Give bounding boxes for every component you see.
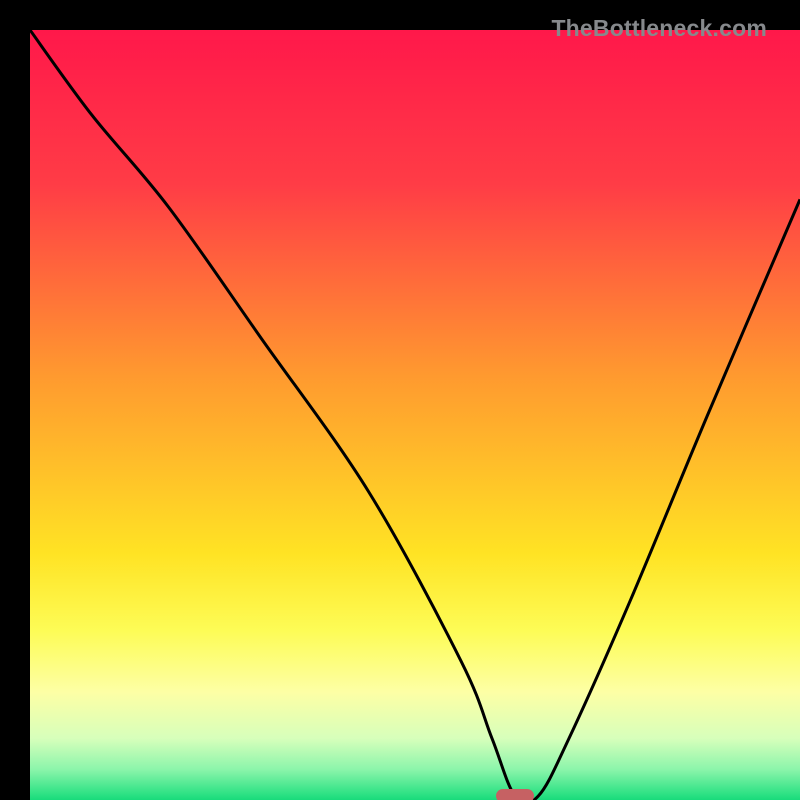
watermark-text: TheBottleneck.com (551, 15, 767, 42)
plot-area (30, 30, 800, 800)
bottleneck-curve (30, 30, 800, 800)
chart-frame: TheBottleneck.com (15, 15, 785, 785)
optimal-point-marker (496, 789, 534, 800)
